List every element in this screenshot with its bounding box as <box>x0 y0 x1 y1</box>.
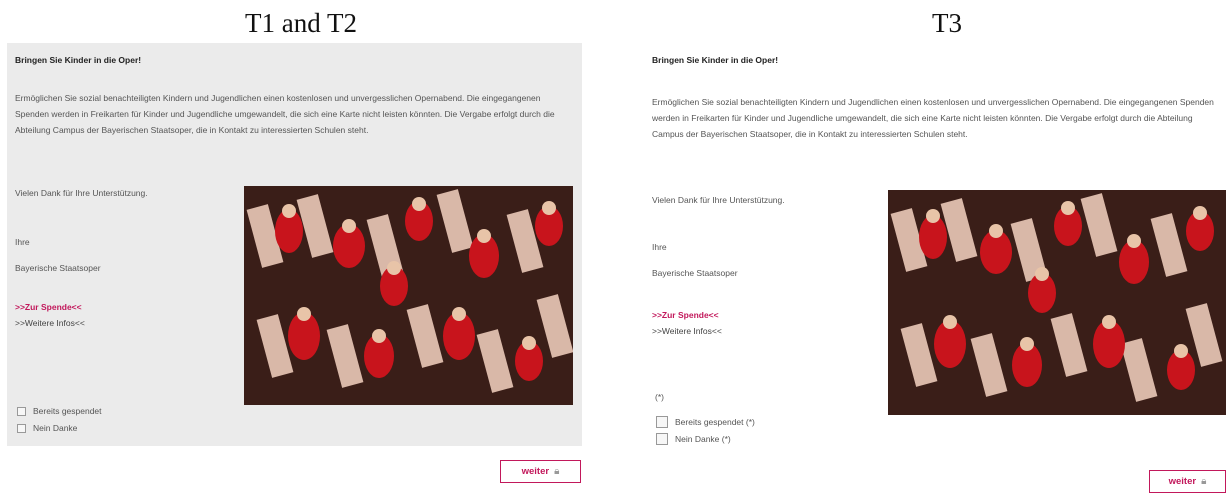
org-text: Bayerische Staatsoper <box>15 263 101 273</box>
children-in-opera-photo <box>888 190 1226 415</box>
photo-illustration <box>888 190 1226 415</box>
panel-paragraph: Ermöglichen Sie sozial benachteiligten K… <box>15 93 555 135</box>
thanks-text: Vielen Dank für Ihre Unterstützung. <box>652 195 785 205</box>
variant-title-t1-t2: T1 and T2 <box>245 8 357 38</box>
panel-heading: Bringen Sie Kinder in die Oper! <box>652 55 779 65</box>
thanks-text: Vielen Dank für Ihre Unterstützung. <box>15 188 148 198</box>
no-thanks-checkbox[interactable]: Nein Danke (*) <box>656 433 731 445</box>
no-thanks-checkbox[interactable]: Nein Danke <box>17 423 77 433</box>
org-text: Bayerische Staatsoper <box>652 268 738 278</box>
panel-heading: Bringen Sie Kinder in die Oper! <box>15 55 142 65</box>
panel-paragraph: Ermöglichen Sie sozial benachteiligten K… <box>652 97 1214 139</box>
checkbox-label: Bereits gespendet <box>33 406 102 416</box>
already-donated-checkbox[interactable]: Bereits gespendet (*) <box>656 416 755 428</box>
checkbox-box[interactable] <box>17 406 26 416</box>
ihre-text: Ihre <box>15 237 30 247</box>
checkbox-box[interactable] <box>656 416 668 428</box>
next-button-label: weiter <box>521 466 550 477</box>
checkbox-box[interactable] <box>17 423 26 433</box>
more-info-link[interactable]: >>Weitere Infos<< <box>652 326 722 336</box>
variant-title-t3: T3 <box>932 8 962 38</box>
checkbox-label: Nein Danke <box>33 423 78 433</box>
photo-illustration <box>244 186 573 405</box>
donate-link[interactable]: >>Zur Spende<< <box>15 302 82 312</box>
next-button-label: weiter <box>1168 476 1197 487</box>
more-info-link[interactable]: >>Weitere Infos<< <box>15 318 85 328</box>
checkbox-label: Bereits gespendet (*) <box>675 417 755 427</box>
checkbox-label: Nein Danke (*) <box>675 434 731 444</box>
next-button[interactable]: weiter 🔒︎ <box>1149 470 1226 493</box>
checkbox-box[interactable] <box>656 433 668 445</box>
already-donated-checkbox[interactable]: Bereits gespendet <box>17 406 102 416</box>
lock-check-icon: 🔒︎ <box>1201 476 1207 487</box>
donate-link[interactable]: >>Zur Spende<< <box>652 310 719 320</box>
footnote-marker: (*) <box>655 392 664 402</box>
ihre-text: Ihre <box>652 242 667 252</box>
children-in-opera-photo <box>244 186 573 405</box>
lock-check-icon: 🔒︎ <box>554 466 560 477</box>
next-button[interactable]: weiter 🔒︎ <box>500 460 581 483</box>
